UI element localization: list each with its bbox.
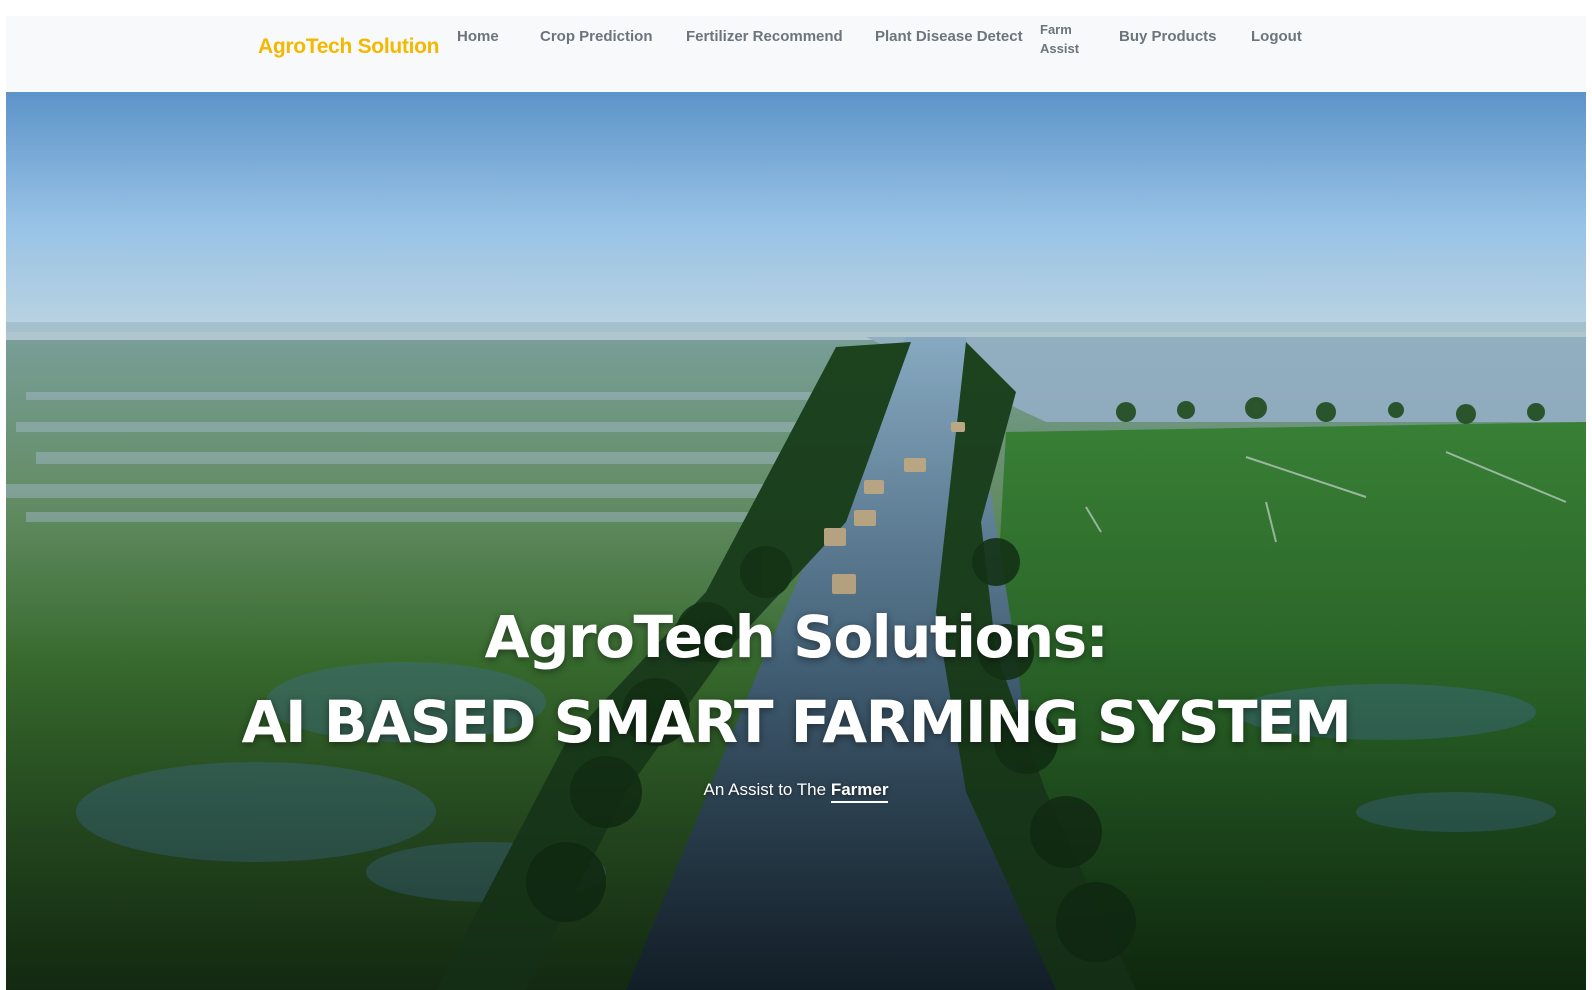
- hero-subtitle: AI BASED SMART FARMING SYSTEM: [241, 688, 1352, 756]
- hero-section: AgroTech Solutions: AI BASED SMART FARMI…: [6, 92, 1586, 990]
- nav-link-logout[interactable]: Logout: [1251, 27, 1302, 47]
- hero-title: AgroTech Solutions:: [484, 603, 1109, 671]
- nav-link-crop-prediction[interactable]: Crop Prediction: [540, 27, 653, 47]
- nav-link-home[interactable]: Home: [457, 27, 499, 47]
- hero-background-image: [6, 92, 1586, 990]
- nav-link-buy-products[interactable]: Buy Products: [1119, 27, 1217, 47]
- brand-logo-link[interactable]: AgroTech Solution: [258, 35, 439, 59]
- tagline-prefix: An Assist to The: [703, 780, 827, 799]
- nav-link-farm-assist[interactable]: Farm Assist: [1040, 20, 1090, 58]
- nav-link-fertilizer-recommend[interactable]: Fertilizer Recommend: [686, 27, 843, 47]
- hero-tagline: An Assist to The Farmer: [6, 780, 1586, 803]
- navbar: AgroTech Solution Home Crop Prediction F…: [6, 16, 1586, 92]
- tagline-emphasis: Farmer: [830, 780, 889, 803]
- nav-link-plant-disease-detect[interactable]: Plant Disease Detect: [875, 27, 1023, 47]
